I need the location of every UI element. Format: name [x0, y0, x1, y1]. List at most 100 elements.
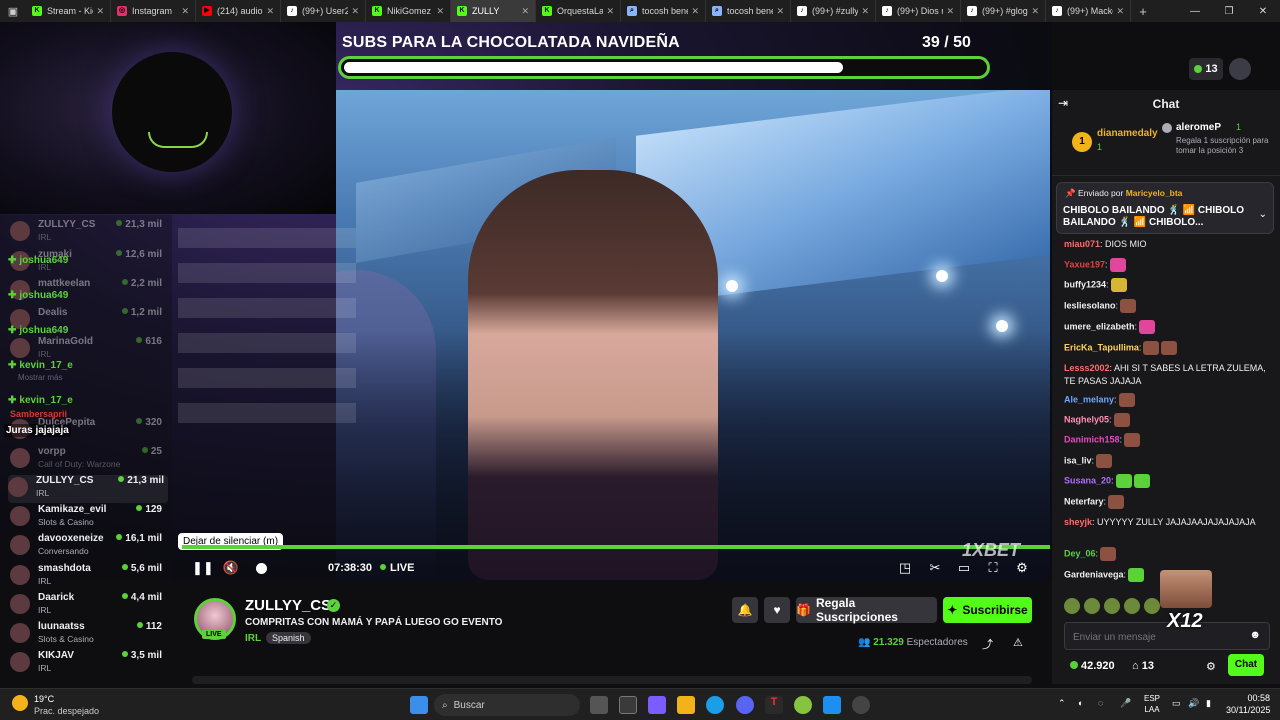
- top-gifter-name[interactable]: dianamedaly: [1097, 128, 1158, 139]
- edge-icon[interactable]: [706, 696, 724, 714]
- close-tab-icon[interactable]: ✕: [351, 6, 359, 17]
- browser-tab[interactable]: K Stream - Kic ✕: [26, 0, 111, 22]
- second-gifter-name[interactable]: aleromeP: [1176, 122, 1221, 133]
- channel-item[interactable]: KIKJAV IRL 3,5 mil: [10, 650, 166, 678]
- streamer-name[interactable]: ZULLYY_CS: [245, 597, 331, 614]
- tray-app-icon[interactable]: ◌: [1098, 698, 1103, 708]
- chat-username[interactable]: Naghely05: [1064, 414, 1109, 424]
- app-icon[interactable]: T: [765, 696, 783, 714]
- app-icon[interactable]: [794, 696, 812, 714]
- unmute-icon[interactable]: 🔇: [222, 560, 240, 576]
- channel-item[interactable]: Daarick IRL 4,4 mil: [10, 592, 166, 620]
- theater-mode-icon[interactable]: ▭: [955, 560, 973, 576]
- chat-input[interactable]: [1073, 629, 1233, 645]
- chat-username[interactable]: Gardeniavega: [1064, 569, 1124, 579]
- channel-item[interactable]: vorpp Call of Duty: Warzone 25: [10, 446, 166, 474]
- pause-icon[interactable]: ❚❚: [192, 560, 214, 576]
- browser-tab[interactable]: ♪ (99+) #glogl ✕: [961, 0, 1046, 22]
- chat-username[interactable]: umere_elizabeth: [1064, 321, 1135, 331]
- chat-username[interactable]: Lesss2002: [1064, 363, 1110, 373]
- chat-settings-icon[interactable]: ⚙: [1206, 660, 1216, 673]
- new-tab-button[interactable]: +: [1131, 4, 1155, 19]
- close-tab-icon[interactable]: ✕: [946, 6, 954, 17]
- discord-icon[interactable]: [736, 696, 754, 714]
- language-tag[interactable]: Spanish: [266, 632, 311, 644]
- browser-tab[interactable]: K NikiGomez ✕: [366, 0, 451, 22]
- browser-tab[interactable]: ♪ (99+) #zully ✕: [791, 0, 876, 22]
- input-language[interactable]: ESP LAA: [1144, 693, 1160, 715]
- show-more-link[interactable]: Mostrar más: [18, 373, 62, 382]
- subscribe-button[interactable]: ✦ Suscribirse: [943, 597, 1032, 623]
- chat-username[interactable]: Yaxue197: [1064, 259, 1105, 269]
- stream-category[interactable]: IRL: [245, 633, 261, 644]
- gifts-count[interactable]: ⌂ 13: [1132, 660, 1154, 672]
- close-tab-icon[interactable]: ✕: [691, 6, 699, 17]
- channel-item[interactable]: ZULLYY_CS IRL 21,3 mil: [8, 475, 168, 503]
- follow-heart-button[interactable]: ♥: [764, 597, 790, 623]
- browser-tab[interactable]: ♪ (99+) User2 ✕: [281, 0, 366, 22]
- report-icon[interactable]: ⚠: [1013, 636, 1023, 649]
- page-scrollbar[interactable]: [192, 676, 1032, 684]
- browser-tab[interactable]: K OrquestaLal ✕: [536, 0, 621, 22]
- browser-tab[interactable]: ⌕ tocosh bene ✕: [621, 0, 706, 22]
- gift-subs-button[interactable]: 🎁 Regala Suscripciones: [796, 596, 937, 624]
- close-tab-icon[interactable]: ✕: [1116, 6, 1124, 17]
- volume-icon[interactable]: 🔊: [1188, 698, 1199, 709]
- chat-username[interactable]: miau071: [1064, 239, 1100, 249]
- app-icon[interactable]: [852, 696, 870, 714]
- chat-username[interactable]: Susana_20: [1064, 475, 1111, 485]
- channel-item[interactable]: smashdota IRL 5,6 mil: [10, 563, 166, 591]
- close-tab-icon[interactable]: ✕: [96, 6, 104, 17]
- window-menu-icon[interactable]: ▣: [0, 0, 26, 22]
- app-icon[interactable]: [823, 696, 841, 714]
- kick-points-badge[interactable]: 13: [1189, 58, 1223, 80]
- close-tab-icon[interactable]: ✕: [521, 6, 529, 17]
- share-icon[interactable]: ⤴: [982, 636, 993, 652]
- file-explorer-icon[interactable]: [677, 696, 695, 714]
- chat-username[interactable]: buffy1234: [1064, 279, 1106, 289]
- chat-username[interactable]: Dey_06: [1064, 548, 1096, 558]
- start-icon[interactable]: [410, 696, 428, 714]
- pinned-message[interactable]: 📌 Enviado por Maricyelo_bta CHIBOLO BAIL…: [1056, 182, 1274, 234]
- close-tab-icon[interactable]: ✕: [1031, 6, 1039, 17]
- pip-icon[interactable]: ◳: [896, 560, 914, 576]
- send-chat-button[interactable]: Chat: [1228, 654, 1264, 676]
- close-tab-icon[interactable]: ✕: [861, 6, 869, 17]
- browser-tab[interactable]: ♪ (99+) Dios m✕: [876, 0, 961, 22]
- chat-username[interactable]: lesliesolano: [1064, 300, 1116, 310]
- close-tab-icon[interactable]: ✕: [436, 6, 444, 17]
- store-icon[interactable]: [619, 696, 637, 714]
- close-tab-icon[interactable]: ✕: [606, 6, 614, 17]
- maximize-window-button[interactable]: ❐: [1212, 0, 1246, 22]
- channel-item[interactable]: davooxeneize Conversando 16,1 mil: [10, 533, 166, 561]
- copilot-icon[interactable]: [648, 696, 666, 714]
- fullscreen-icon[interactable]: ⛶: [984, 560, 1002, 576]
- chat-username[interactable]: sheyjk: [1064, 517, 1092, 527]
- microphone-icon[interactable]: 🎤: [1120, 698, 1131, 709]
- browser-tab[interactable]: ▶ (214) audio ✕: [196, 0, 281, 22]
- clock[interactable]: 00:58 30/11/2025: [1226, 692, 1270, 716]
- chat-username[interactable]: isa_liv: [1064, 455, 1092, 465]
- chevron-down-icon[interactable]: ⌄: [1259, 209, 1267, 220]
- live-indicator[interactable]: LIVE: [380, 562, 414, 574]
- browser-tab[interactable]: ◎ Instagram ✕: [111, 0, 196, 22]
- channel-item[interactable]: Kamikaze_evil Slots & Casino 129: [10, 504, 166, 532]
- kicks-balance[interactable]: 42.920: [1070, 660, 1115, 672]
- volume-slider-handle[interactable]: [256, 563, 267, 574]
- channel-item[interactable]: ZULLYY_CS IRL 21,3 mil: [10, 219, 166, 247]
- channel-item[interactable]: luunaatss Slots & Casino 112: [10, 621, 166, 649]
- close-tab-icon[interactable]: ✕: [181, 6, 189, 17]
- browser-tab[interactable]: ♪ (99+) Macke ✕: [1046, 0, 1131, 22]
- clip-icon[interactable]: ✂: [926, 560, 944, 576]
- close-tab-icon[interactable]: ✕: [266, 6, 274, 17]
- battery-icon[interactable]: ▮: [1206, 698, 1211, 709]
- taskbar-search[interactable]: ⌕ Buscar: [434, 694, 580, 716]
- close-window-button[interactable]: ✕: [1246, 0, 1280, 22]
- tray-chevron-icon[interactable]: ⌃: [1058, 698, 1066, 709]
- chat-username[interactable]: Danimich158: [1064, 434, 1120, 444]
- network-icon[interactable]: ▭: [1172, 698, 1181, 709]
- playback-progress-bar[interactable]: [182, 545, 1050, 549]
- settings-icon[interactable]: ⚙: [1013, 560, 1031, 576]
- browser-tab[interactable]: K ZULLY ✕: [451, 0, 536, 22]
- chat-username[interactable]: EricKa_Tapullima: [1064, 342, 1139, 352]
